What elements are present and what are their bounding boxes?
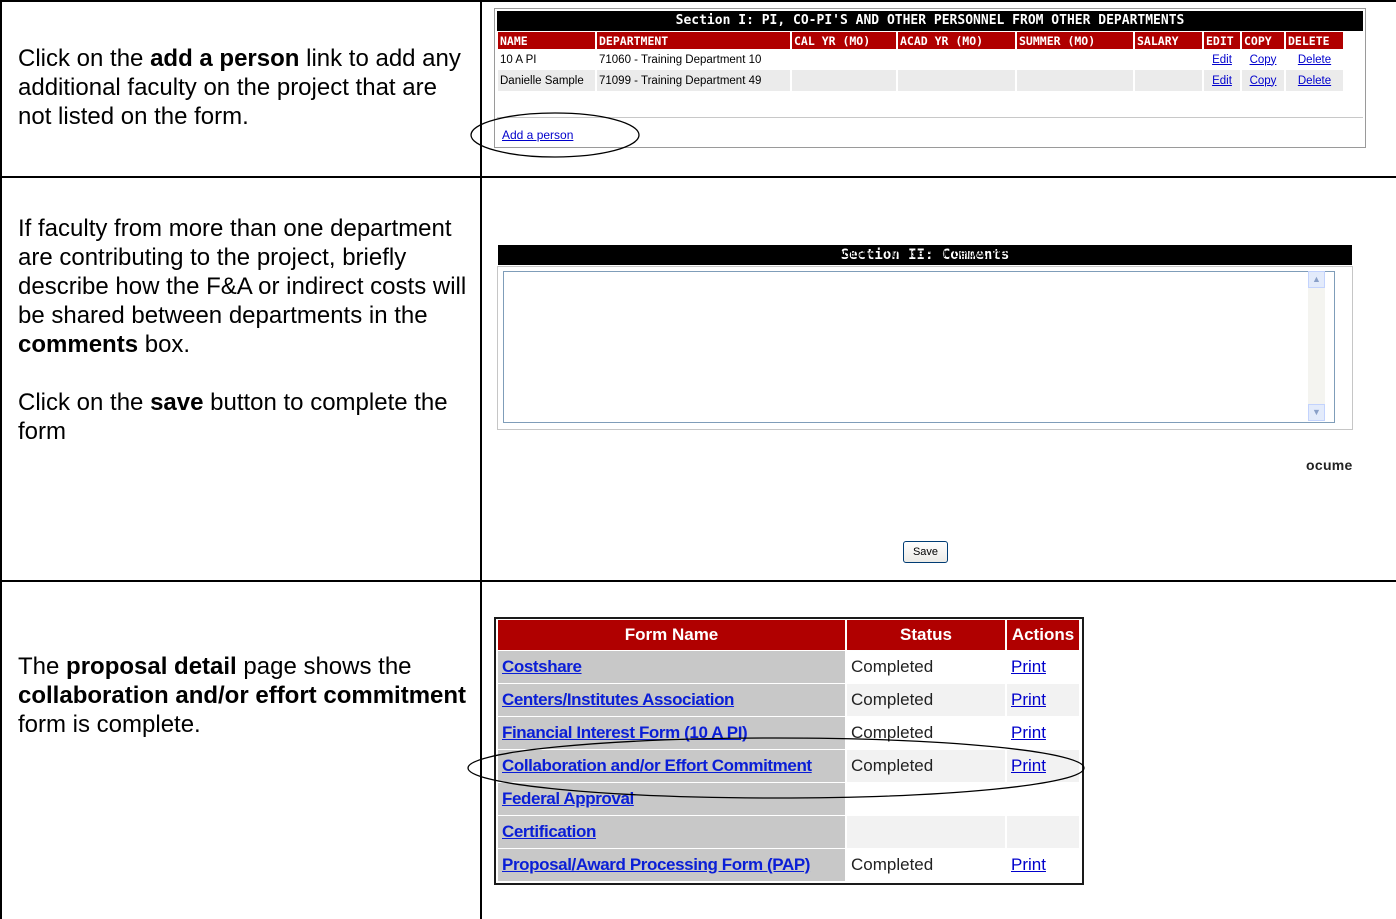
- col-name: NAME: [498, 32, 595, 49]
- col-salary: SALARY: [1135, 32, 1202, 49]
- col-copy: COPY: [1242, 32, 1284, 49]
- cal-yr-cell: [792, 70, 896, 91]
- acad-yr-cell: [898, 70, 1015, 91]
- table-row: Danielle Sample 71099 - Training Departm…: [498, 70, 1343, 91]
- grid-outer-top: [0, 0, 1396, 2]
- delete-link[interactable]: Delete: [1298, 75, 1331, 87]
- instruction-add-person: Click on the add a person link to add an…: [18, 45, 461, 130]
- person-department: 71099 - Training Department 49: [597, 70, 790, 91]
- salary-cell: [1135, 70, 1202, 91]
- action-cell: [1007, 816, 1079, 848]
- scroll-down-icon[interactable]: ▼: [1308, 404, 1325, 421]
- table-row: Costshare Completed Print: [498, 651, 1079, 683]
- edit-link[interactable]: Edit: [1212, 54, 1232, 66]
- col-actions: Actions: [1007, 620, 1079, 650]
- print-link[interactable]: Print: [1011, 690, 1046, 709]
- delete-link[interactable]: Delete: [1298, 54, 1331, 66]
- copy-link[interactable]: Copy: [1250, 75, 1277, 87]
- col-edit: EDIT: [1204, 32, 1240, 49]
- highlight-oval-collaboration: [467, 737, 1085, 799]
- cal-yr-cell: [792, 49, 896, 70]
- section2-instructions: If awarded, and you need to distribute I…: [498, 246, 1149, 260]
- table-row: Proposal/Award Processing Form (PAP) Com…: [498, 849, 1079, 881]
- status-cell: Completed: [847, 849, 1005, 881]
- col-summer: SUMMER (MO): [1017, 32, 1133, 49]
- save-button[interactable]: Save: [903, 541, 948, 563]
- table-row: 10 A PI 71060 - Training Department 10 E…: [498, 49, 1343, 70]
- summer-cell: [1017, 49, 1133, 70]
- acad-yr-cell: [898, 49, 1015, 70]
- comments-panel: [497, 266, 1353, 430]
- form-link-certification[interactable]: Certification: [502, 822, 596, 841]
- person-name: Danielle Sample: [498, 70, 595, 91]
- status-cell: Completed: [847, 651, 1005, 683]
- print-link[interactable]: Print: [1011, 657, 1046, 676]
- copy-link[interactable]: Copy: [1250, 54, 1277, 66]
- table-row: Certification: [498, 816, 1079, 848]
- col-acad-yr: ACAD YR (MO): [898, 32, 1015, 49]
- instruction-proposal-detail: The proposal detail page shows the colla…: [18, 653, 467, 738]
- highlight-oval-add-person: [470, 112, 640, 158]
- instruction-comments: If faculty from more than one department…: [18, 215, 467, 445]
- comments-textarea[interactable]: [503, 271, 1335, 423]
- salary-cell: [1135, 49, 1202, 70]
- grid-row-divider-2: [0, 580, 1396, 582]
- status-cell: Completed: [847, 684, 1005, 716]
- form-link-costshare[interactable]: Costshare: [502, 657, 582, 676]
- person-name: 10 A PI: [500, 53, 537, 66]
- person-department: 71060 - Training Department 10: [599, 53, 762, 66]
- print-link[interactable]: Print: [1011, 855, 1046, 874]
- clipped-document-text: ocume: [1306, 457, 1353, 473]
- table-row: Centers/Institutes Association Completed…: [498, 684, 1079, 716]
- col-form-name: Form Name: [498, 620, 845, 650]
- comments-scrollbar[interactable]: ▲ ▼: [1308, 271, 1325, 421]
- scroll-up-icon[interactable]: ▲: [1308, 271, 1325, 288]
- col-department: DEPARTMENT: [597, 32, 790, 49]
- section1-title: Section I: PI, CO-PI'S AND OTHER PERSONN…: [497, 11, 1363, 31]
- form-link-centers-institutes[interactable]: Centers/Institutes Association: [502, 690, 734, 709]
- personnel-table: NAME DEPARTMENT CAL YR (MO) ACAD YR (MO)…: [496, 32, 1345, 91]
- col-delete: DELETE: [1286, 32, 1343, 49]
- edit-link[interactable]: Edit: [1212, 75, 1232, 87]
- col-cal-yr: CAL YR (MO): [792, 32, 896, 49]
- summer-cell: [1017, 70, 1133, 91]
- grid-outer-left: [0, 0, 2, 919]
- form-link-pap[interactable]: Proposal/Award Processing Form (PAP): [502, 855, 810, 874]
- status-cell: [847, 816, 1005, 848]
- grid-row-divider-1: [0, 176, 1396, 178]
- col-status: Status: [847, 620, 1005, 650]
